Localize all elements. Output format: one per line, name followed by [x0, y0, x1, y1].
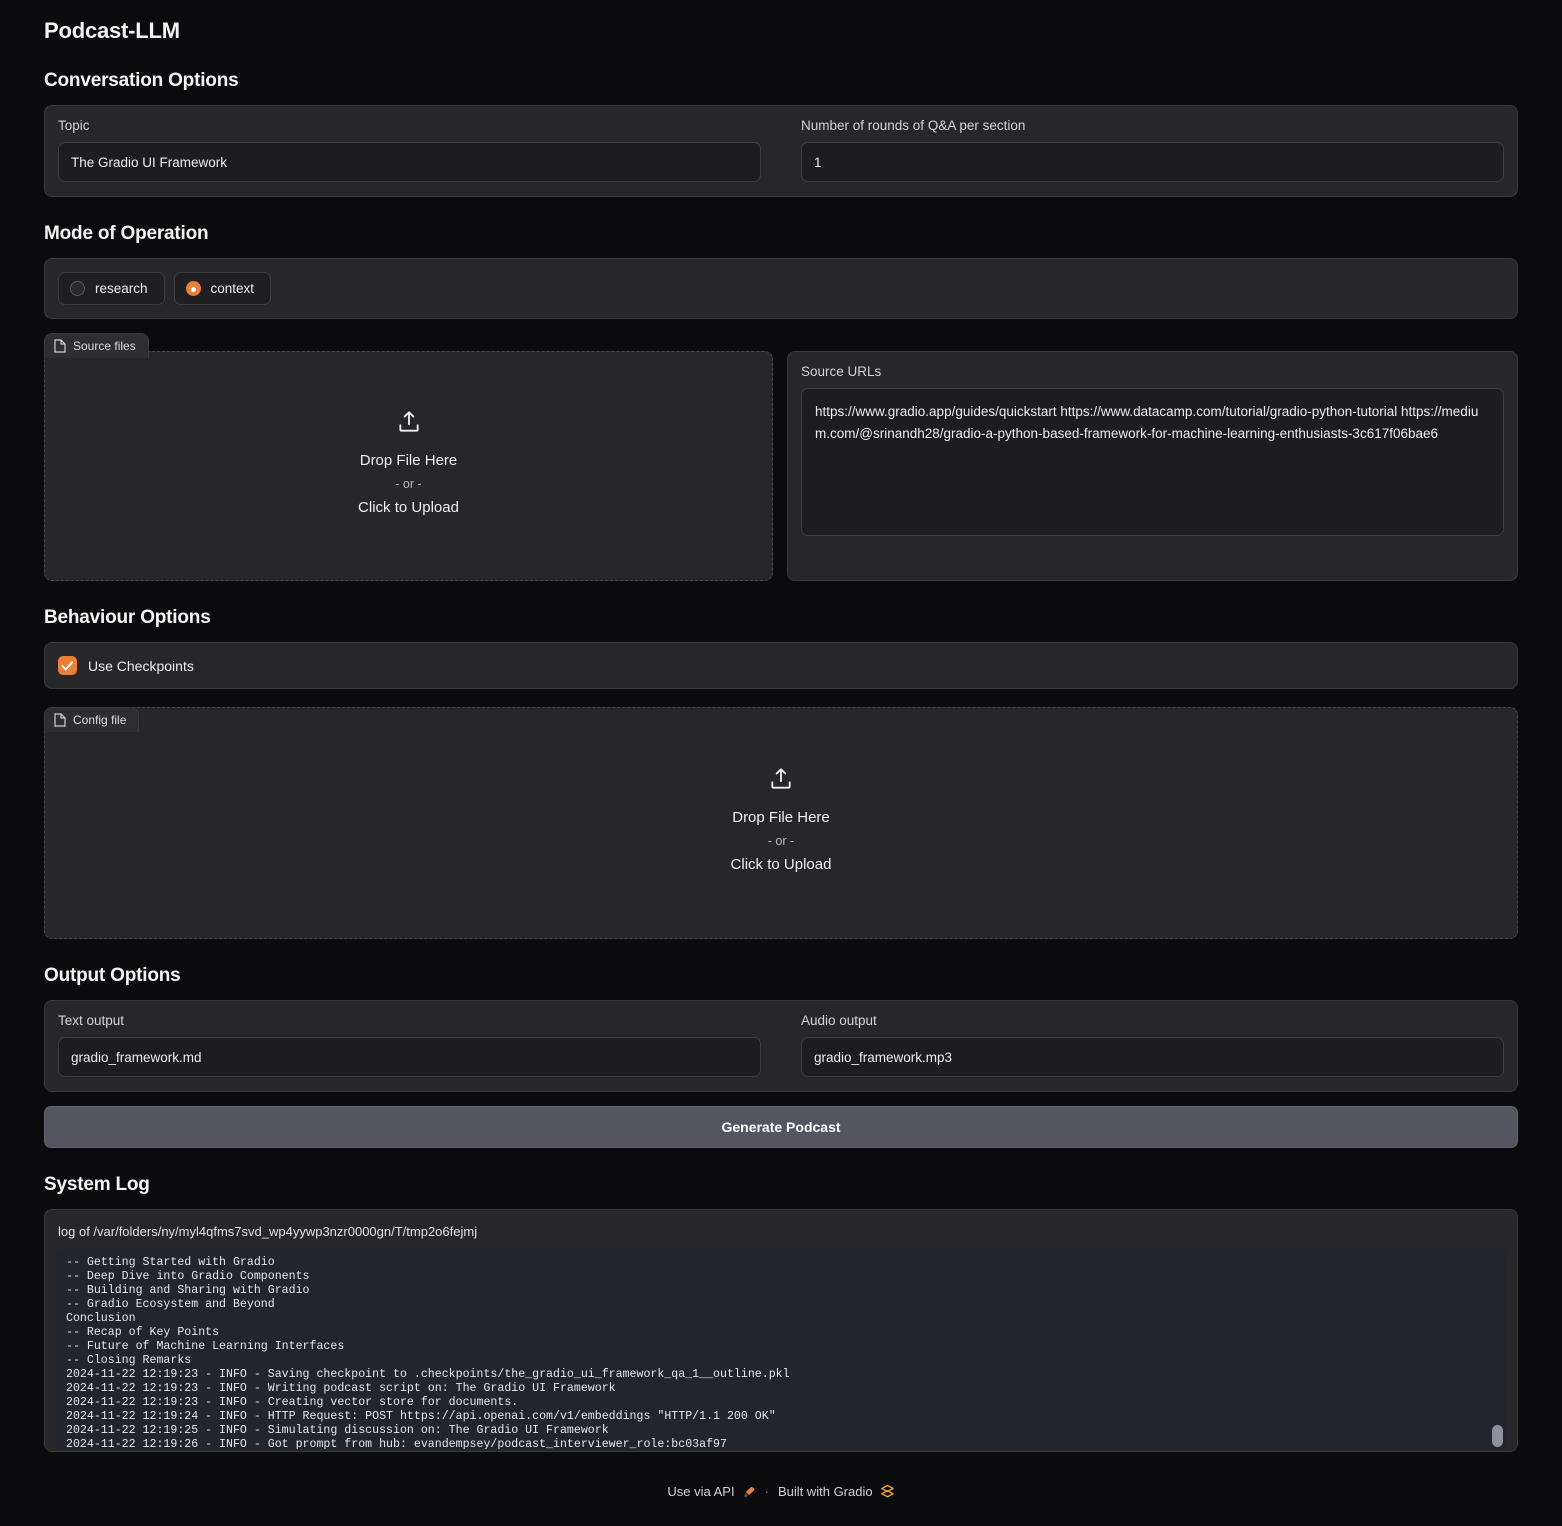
- rounds-input[interactable]: 1: [801, 142, 1504, 182]
- rounds-field-group: Number of rounds of Q&A per section 1: [788, 106, 1517, 196]
- mode-of-operation-panel: research context: [44, 258, 1518, 319]
- log-scrollbar-thumb[interactable]: [1492, 1425, 1503, 1447]
- config-file-dropzone[interactable]: Drop File Here - or - Click to Upload: [44, 707, 1518, 939]
- source-files-tab-label: Source files: [73, 339, 136, 353]
- app-root: Podcast-LLM Conversation Options Topic T…: [0, 0, 1562, 1499]
- text-output-label: Text output: [58, 1013, 125, 1028]
- built-with-gradio-link[interactable]: Built with Gradio: [778, 1484, 895, 1499]
- generate-podcast-button[interactable]: Generate Podcast: [44, 1106, 1518, 1148]
- footer: Use via API · Built with Gradio: [44, 1484, 1518, 1499]
- audio-output-label: Audio output: [801, 1013, 877, 1028]
- system-log-content[interactable]: -- Getting Started with Gradio -- Deep D…: [56, 1249, 1506, 1449]
- config-file-or-text: - or -: [767, 833, 795, 848]
- built-with-gradio-label: Built with Gradio: [777, 1484, 873, 1499]
- audio-output-input[interactable]: gradio_framework.mp3: [801, 1037, 1504, 1077]
- topic-field-group: Topic The Gradio UI Framework: [45, 106, 774, 196]
- source-files-drop-text: Drop File Here: [359, 451, 458, 469]
- source-files-tab[interactable]: Source files: [44, 333, 149, 358]
- output-options-panel: Text output gradio_framework.md Audio ou…: [44, 1000, 1518, 1092]
- sources-row: Source files Drop File Here - or - Click…: [44, 333, 1518, 581]
- radio-label-research: research: [95, 281, 148, 296]
- use-checkpoints-checkbox[interactable]: [58, 656, 77, 675]
- rounds-label: Number of rounds of Q&A per section: [801, 118, 1026, 133]
- source-files-dropzone[interactable]: Drop File Here - or - Click to Upload: [44, 351, 773, 581]
- source-urls-textarea[interactable]: https://www.gradio.app/guides/quickstart…: [801, 388, 1504, 536]
- audio-output-field-group: Audio output gradio_framework.mp3: [788, 1001, 1517, 1091]
- radio-label-context: context: [210, 281, 255, 296]
- source-files-click-text[interactable]: Click to Upload: [358, 499, 459, 516]
- config-file-click-text[interactable]: Click to Upload: [731, 856, 832, 873]
- config-file-uploader[interactable]: Config file Drop File Here - or - Click …: [44, 707, 1518, 939]
- use-via-api-link[interactable]: Use via API: [667, 1484, 755, 1499]
- text-output-field-group: Text output gradio_framework.md: [45, 1001, 774, 1091]
- mode-of-operation-heading: Mode of Operation: [44, 223, 209, 244]
- use-checkpoints-label: Use Checkpoints: [88, 657, 194, 674]
- radio-circle-icon: [70, 281, 85, 296]
- source-urls-label: Source URLs: [801, 364, 882, 379]
- topic-input[interactable]: The Gradio UI Framework: [58, 142, 761, 182]
- behaviour-options-panel: Use Checkpoints: [44, 642, 1518, 689]
- config-file-tab-label: Config file: [73, 713, 127, 727]
- check-icon: [61, 660, 74, 670]
- conversation-options-heading: Conversation Options: [44, 70, 239, 91]
- text-output-input[interactable]: gradio_framework.md: [58, 1037, 761, 1077]
- config-file-tab[interactable]: Config file: [44, 707, 140, 732]
- source-files-uploader[interactable]: Source files Drop File Here - or - Click…: [44, 333, 773, 581]
- conversation-options-panel: Topic The Gradio UI Framework Number of …: [44, 105, 1518, 197]
- system-log-panel: log of /var/folders/ny/myl4qfms7svd_wp4y…: [44, 1209, 1518, 1452]
- source-urls-panel: Source URLs https://www.gradio.app/guide…: [787, 351, 1518, 581]
- system-log-path: log of /var/folders/ny/myl4qfms7svd_wp4y…: [58, 1224, 478, 1239]
- topic-label: Topic: [58, 118, 90, 133]
- page-title: Podcast-LLM: [44, 18, 180, 43]
- config-file-drop-text: Drop File Here: [732, 808, 830, 826]
- radio-option-context[interactable]: context: [173, 272, 272, 305]
- source-files-or-text: - or -: [395, 476, 422, 491]
- system-log-heading: System Log: [44, 1174, 150, 1195]
- radio-circle-selected-icon: [185, 281, 201, 296]
- footer-separator: ·: [764, 1484, 769, 1499]
- radio-option-research[interactable]: research: [58, 272, 165, 305]
- gradio-logo-icon: [880, 1484, 894, 1498]
- use-via-api-label: Use via API: [667, 1484, 735, 1499]
- upload-icon: [771, 767, 791, 789]
- file-icon: [54, 713, 66, 727]
- output-options-heading: Output Options: [44, 965, 181, 986]
- file-icon: [54, 339, 66, 353]
- upload-icon: [398, 410, 419, 432]
- rocket-icon: [743, 1486, 754, 1497]
- behaviour-options-heading: Behaviour Options: [44, 607, 211, 628]
- use-checkpoints-row[interactable]: Use Checkpoints: [45, 643, 1517, 688]
